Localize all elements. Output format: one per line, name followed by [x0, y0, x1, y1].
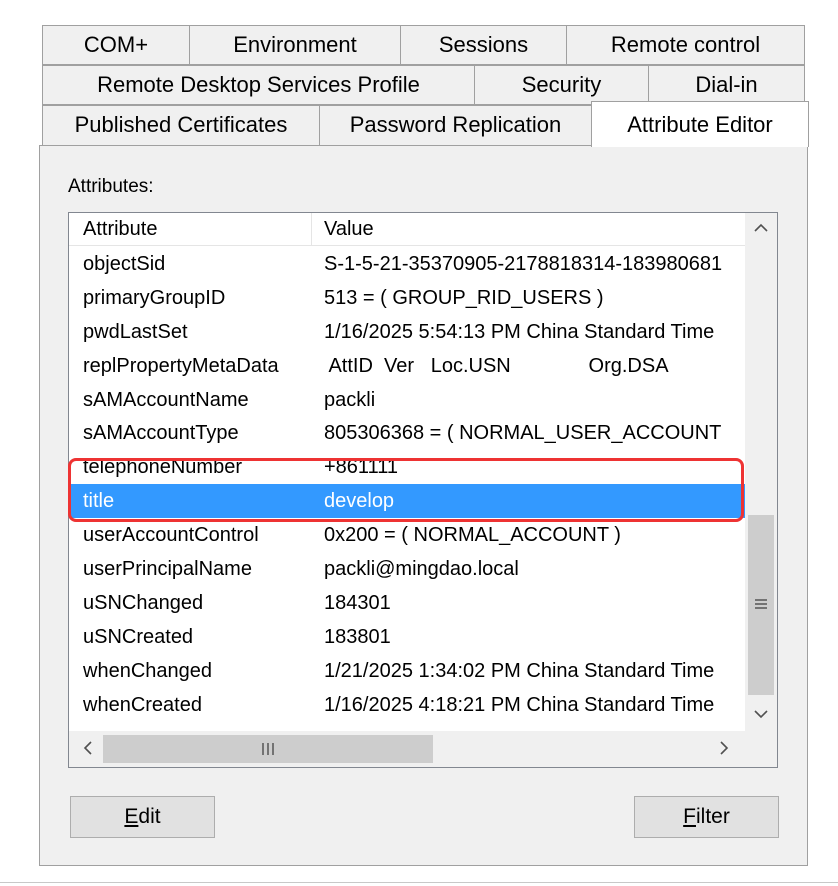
- table-row[interactable]: primaryGroupID 513 = ( GROUP_RID_USERS ): [69, 281, 745, 315]
- table-row[interactable]: objectSid S-1-5-21-35370905-2178818314-18…: [69, 247, 745, 281]
- table-row[interactable]: sAMAccountType 805306368 = ( NORMAL_USER_…: [69, 416, 745, 450]
- attribute-value-cell: packli: [324, 388, 376, 411]
- chevron-left-icon[interactable]: [73, 731, 103, 767]
- tab-environment[interactable]: Environment: [189, 25, 401, 65]
- attribute-name-cell: primaryGroupID: [83, 286, 226, 309]
- table-row[interactable]: uSNChanged 184301: [69, 586, 745, 620]
- filter-button-label: ilter: [695, 805, 730, 828]
- vertical-scrollbar[interactable]: [745, 213, 777, 731]
- column-header-value[interactable]: Value: [324, 213, 374, 246]
- tab-dial-in[interactable]: Dial-in: [648, 65, 805, 105]
- tab-attribute-editor[interactable]: Attribute Editor: [591, 101, 809, 147]
- attribute-value-cell: S-1-5-21-35370905-2178818314-183980681: [324, 253, 723, 275]
- attribute-name-cell: whenChanged: [83, 659, 212, 682]
- horizontal-scrollbar[interactable]: [69, 731, 745, 767]
- attribute-name-cell: replPropertyMetaData: [83, 354, 279, 377]
- attribute-name-cell: sAMAccountName: [83, 388, 249, 411]
- attribute-value-cell: packli@mingdao.local: [324, 558, 519, 581]
- attribute-value-cell: 184301: [324, 591, 391, 614]
- table-row[interactable]: whenChanged 1/21/2025 1:34:02 PM China St…: [69, 654, 745, 688]
- table-row[interactable]: replPropertyMetaData AttID Ver Loc.USN O…: [69, 349, 745, 383]
- tab-published-certificates[interactable]: Published Certificates: [42, 105, 320, 146]
- annotation-highlight: [68, 458, 744, 522]
- table-row[interactable]: pwdLastSet 1/16/2025 5:54:13 PM China Sta…: [69, 315, 745, 349]
- attribute-name-cell: whenCreated: [83, 693, 202, 716]
- tab-remote-control[interactable]: Remote control: [566, 25, 805, 65]
- list-header: Attribute Value: [69, 213, 745, 246]
- grip-lines-icon: [755, 599, 767, 609]
- attributes-label: Attributes:: [68, 176, 154, 197]
- table-row[interactable]: userPrincipalName packli@mingdao.local: [69, 552, 745, 586]
- attribute-value-cell: 1/16/2025 5:54:13 PM China Standard Time: [324, 320, 715, 343]
- scrollbar-corner: [745, 731, 777, 767]
- attribute-name-cell: userPrincipalName: [83, 558, 252, 581]
- attribute-name-cell: uSNChanged: [83, 591, 204, 614]
- tab-security[interactable]: Security: [474, 65, 649, 105]
- attribute-name-cell: sAMAccountType: [83, 422, 239, 445]
- edit-button[interactable]: Edit: [70, 796, 215, 838]
- edit-button-mnemonic: E: [124, 805, 139, 828]
- table-row[interactable]: sAMAccountName packli: [69, 383, 745, 417]
- grip-lines-icon: [262, 743, 274, 755]
- attribute-value-cell: 183801: [324, 625, 391, 648]
- filter-button[interactable]: Filter: [634, 796, 779, 838]
- window-bottom-divider: [0, 882, 838, 883]
- chevron-down-icon[interactable]: [745, 699, 777, 731]
- attribute-name-cell: pwdLastSet: [83, 320, 188, 343]
- attribute-value-cell: 513 = ( GROUP_RID_USERS ): [324, 286, 604, 309]
- table-row[interactable]: uSNCreated 183801: [69, 620, 745, 654]
- chevron-up-icon[interactable]: [745, 213, 777, 245]
- attribute-value-cell: 1/16/2025 4:18:21 PM China Standard Time: [324, 693, 715, 716]
- table-row[interactable]: userAccountControl 0x200 = ( NORMAL_ACCOU…: [69, 518, 745, 552]
- horizontal-scroll-thumb[interactable]: [103, 735, 433, 763]
- attribute-name-cell: objectSid: [83, 253, 166, 275]
- chevron-right-icon[interactable]: [709, 731, 739, 767]
- column-divider[interactable]: [311, 213, 312, 245]
- attribute-value-cell: 1/21/2025 1:34:02 PM China Standard Time: [324, 659, 715, 682]
- attribute-name-cell: uSNCreated: [83, 625, 194, 648]
- vertical-scroll-thumb[interactable]: [748, 515, 774, 695]
- tab-com-plus[interactable]: COM+: [42, 25, 190, 65]
- attribute-value-cell: 805306368 = ( NORMAL_USER_ACCOUNT: [324, 422, 722, 445]
- tab-password-replication[interactable]: Password Replication: [319, 105, 592, 146]
- filter-button-mnemonic: F: [683, 805, 696, 828]
- table-row[interactable]: whenCreated 1/16/2025 4:18:21 PM China St…: [69, 688, 745, 722]
- tab-remote-desktop-services-profile[interactable]: Remote Desktop Services Profile: [42, 65, 475, 105]
- tab-sessions[interactable]: Sessions: [400, 25, 567, 65]
- column-header-attribute[interactable]: Attribute: [83, 213, 157, 246]
- attribute-value-cell: AttID Ver Loc.USN Org.DSA: [324, 354, 669, 377]
- attribute-name-cell: userAccountControl: [83, 524, 259, 547]
- edit-button-label: dit: [138, 805, 161, 828]
- attribute-value-cell: 0x200 = ( NORMAL_ACCOUNT ): [324, 524, 621, 547]
